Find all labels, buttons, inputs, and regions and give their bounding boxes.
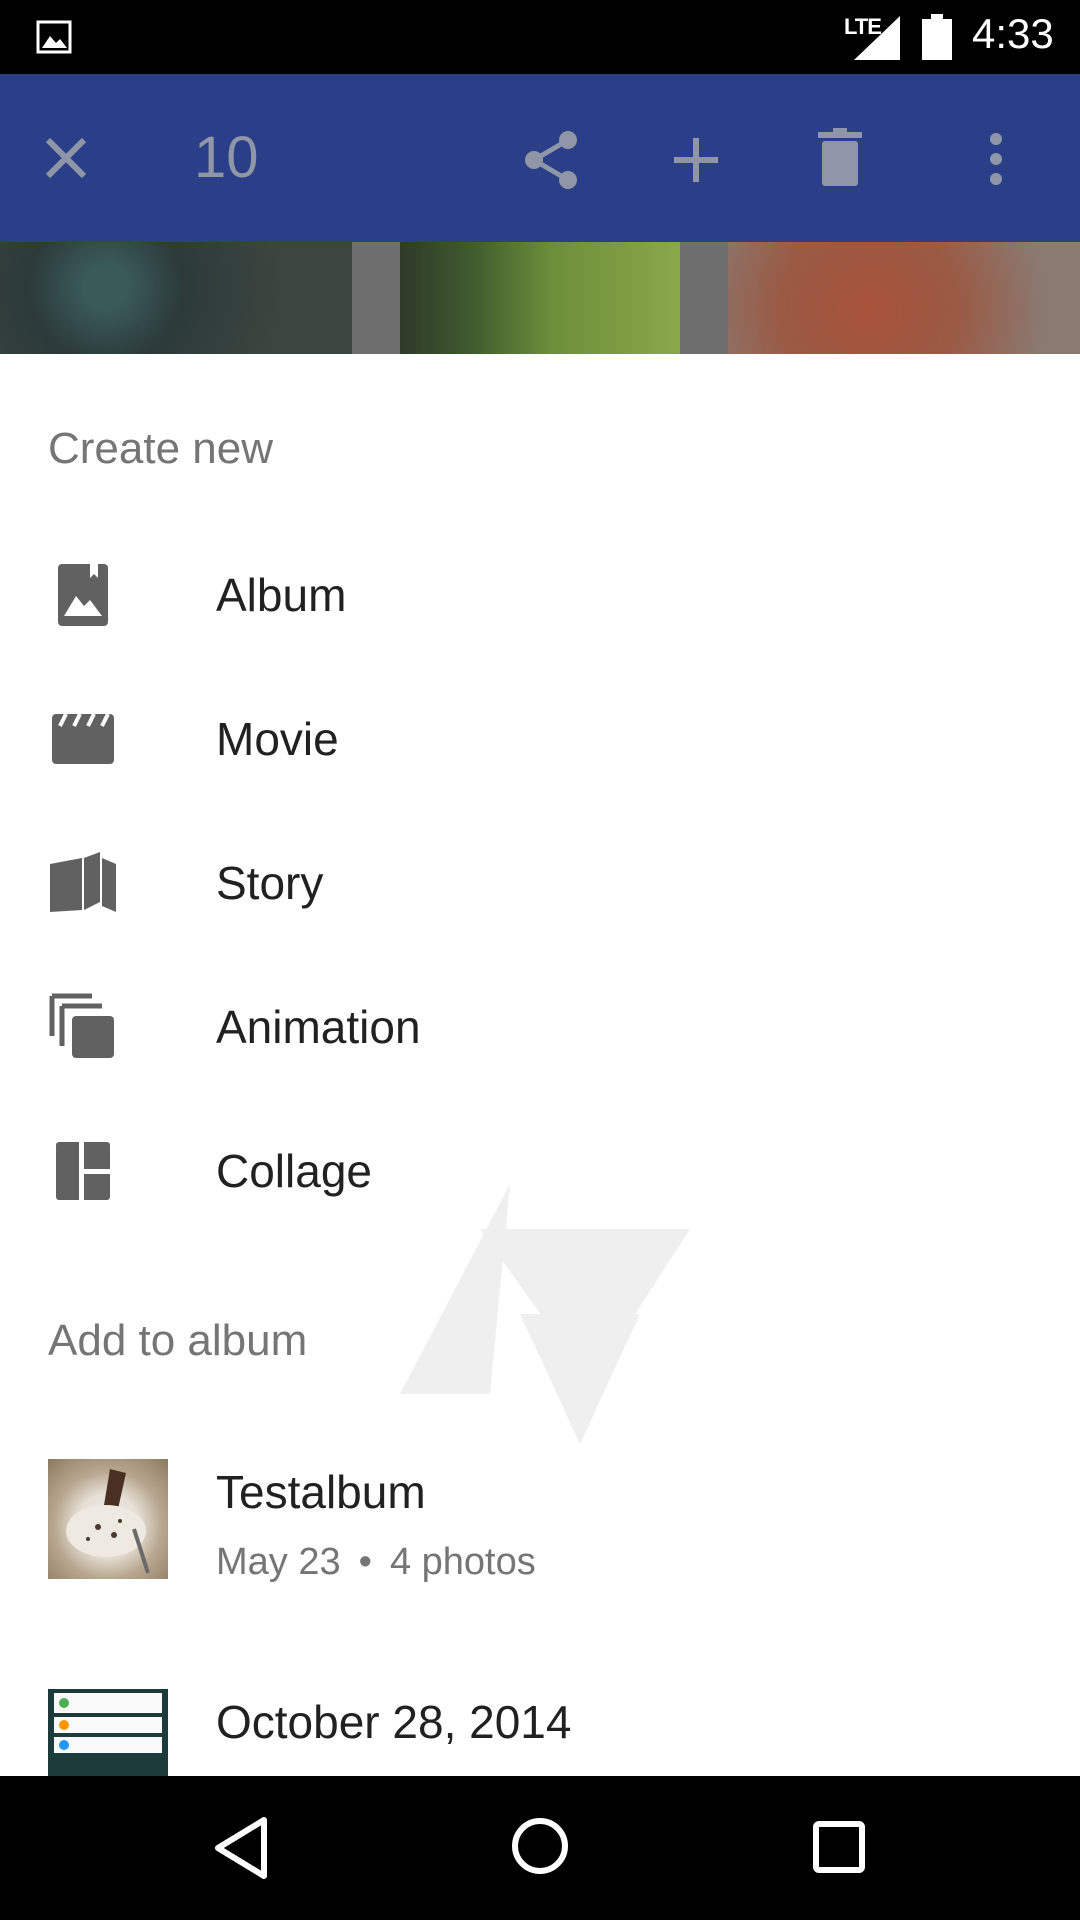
album-title: Testalbum	[216, 1466, 426, 1518]
more-vert-icon[interactable]	[988, 132, 1004, 186]
photo-album-icon	[58, 564, 108, 626]
photo-thumbnail[interactable]	[400, 242, 680, 354]
add-to-sheet: Create new Album Movie Story Animation C…	[0, 354, 1080, 1776]
album-item-testalbum[interactable]: Testalbum May 23 • 4 photos	[0, 1459, 1080, 1639]
signal-icon	[854, 16, 900, 60]
back-icon[interactable]	[212, 1816, 272, 1880]
gallery-notification-icon	[36, 20, 72, 54]
close-icon[interactable]	[44, 136, 88, 180]
album-cover-image	[54, 1693, 162, 1753]
recents-icon[interactable]	[812, 1820, 866, 1874]
create-story-item[interactable]: Story	[0, 812, 1080, 956]
share-icon[interactable]	[522, 130, 582, 190]
photo-thumbnail[interactable]	[728, 242, 1080, 354]
create-new-heading: Create new	[48, 424, 274, 473]
create-animation-item[interactable]: Animation	[0, 956, 1080, 1100]
add-icon[interactable]	[672, 136, 720, 184]
create-item-label: Collage	[216, 1145, 372, 1197]
album-photo-count: 4 photos	[389, 1541, 536, 1583]
create-item-label: Story	[216, 857, 324, 909]
book-icon	[50, 852, 116, 912]
album-thumbnail	[48, 1689, 168, 1776]
photo-grid-strip	[0, 242, 1080, 354]
album-item-october[interactable]: October 28, 2014	[0, 1689, 1080, 1776]
status-bar: LTE 4:33	[0, 0, 1080, 74]
home-icon[interactable]	[510, 1816, 570, 1876]
collage-layout-icon	[56, 1142, 110, 1200]
create-movie-item[interactable]: Movie	[0, 668, 1080, 812]
delete-icon[interactable]	[818, 128, 862, 186]
album-title: October 28, 2014	[216, 1696, 572, 1748]
album-cover-image	[66, 1469, 150, 1574]
create-item-label: Animation	[216, 1001, 421, 1053]
selected-count: 10	[194, 125, 259, 190]
album-date: May 23	[216, 1541, 341, 1583]
clock: 4:33	[972, 10, 1054, 57]
system-nav-bar	[0, 1776, 1080, 1920]
stacked-layers-icon	[49, 993, 114, 1058]
meta-separator: •	[358, 1541, 372, 1583]
battery-icon	[922, 14, 952, 60]
photo-thumbnail[interactable]	[0, 242, 352, 354]
create-item-label: Movie	[216, 713, 339, 765]
add-to-album-heading: Add to album	[48, 1316, 308, 1365]
album-meta: May 23 • 4 photos	[216, 1541, 536, 1584]
create-collage-item[interactable]: Collage	[0, 1100, 1080, 1244]
movie-clapper-icon	[52, 713, 114, 764]
create-album-item[interactable]: Album	[0, 524, 1080, 668]
album-thumbnail	[48, 1459, 168, 1579]
selection-action-bar: 10	[0, 74, 1080, 242]
create-item-label: Album	[216, 569, 347, 621]
